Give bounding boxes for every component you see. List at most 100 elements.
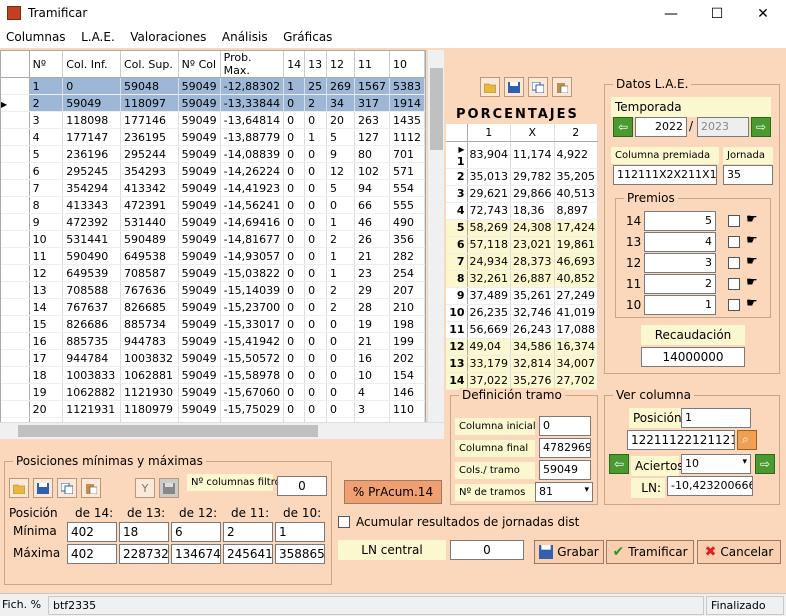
table-cell[interactable]: 11 [29,247,64,265]
pct-cell[interactable]: 24,934 [467,253,511,271]
table-cell[interactable]: -15,50572 [220,349,285,367]
row-header[interactable]: ▶ [1,94,30,112]
table-cell[interactable]: 59049 [178,230,221,248]
table-cell[interactable]: 10 [354,366,390,384]
table-row[interactable]: 15 826686 885734 59049 -15,33017 0 0 0 19 198 [1,315,425,333]
table-cell[interactable]: 5383 [389,77,425,95]
table-cell[interactable]: 0 [304,281,327,299]
pointer-icon[interactable]: ☛ [746,233,758,248]
table-row[interactable]: 20 1121931 1180979 59049 -15,75029 0 0 0 3 110 [1,400,425,418]
table-cell[interactable]: 25 [304,77,327,95]
pct-cell[interactable]: 35,205 [554,168,598,186]
table-cell[interactable]: 554 [389,179,425,197]
cancelar-button[interactable]: ✖ Cancelar [697,540,781,564]
table-row[interactable]: 5 236196 295244 59049 -14,08839 0 0 9 80 701 [1,145,425,163]
pct-cell[interactable]: 34,007 [554,355,598,373]
columna-inicial-input[interactable]: 0 [539,416,591,436]
table-cell[interactable]: 0 [283,383,306,401]
table-cell[interactable]: 59049 [178,281,221,299]
table-cell[interactable]: 0 [326,400,355,418]
table-cell[interactable]: 21 [354,247,390,265]
menu-analisis[interactable]: Análisis [216,28,274,44]
row-header[interactable] [1,179,30,197]
pct-row[interactable]: 10 26,235 32,746 41,019 [446,304,598,322]
table-cell[interactable]: 0 [326,349,355,367]
table-cell[interactable]: 0 [62,77,121,95]
table-cell[interactable]: 1 [29,77,64,95]
table-cell[interactable]: 0 [283,366,306,384]
table-cell[interactable]: 0 [304,162,327,180]
table-cell[interactable]: 0 [304,315,327,333]
table-cell[interactable]: 5 [326,179,355,197]
pct-cell[interactable]: 29,866 [510,185,555,203]
table-row[interactable]: ▶ 2 59049 118097 59049 -13,33844 0 2 34 317 1914 [1,94,425,112]
table-cell[interactable]: 59049 [178,94,221,112]
table-cell[interactable]: 0 [304,145,327,163]
table-cell[interactable]: 0 [283,145,306,163]
table-cell[interactable]: -14,41923 [220,179,285,197]
table-cell[interactable]: 9 [326,145,355,163]
next-column-button[interactable]: ⇨ [755,454,775,474]
table-cell[interactable]: 0 [326,332,355,350]
table-cell[interactable]: 1914 [389,94,425,112]
table-cell[interactable]: 94 [354,179,390,197]
table-cell[interactable]: 59049 [178,264,221,282]
row-header[interactable] [1,349,30,367]
table-cell[interactable]: 0 [283,213,306,231]
pct-cell[interactable]: 27,702 [554,372,598,390]
table-cell[interactable]: 0 [304,230,327,248]
table-cell[interactable]: 9 [29,213,64,231]
table-cell[interactable]: 531440 [120,213,179,231]
pct-row[interactable]: 4 72,743 18,36 8,897 [446,202,598,220]
scroll-thumb[interactable] [18,425,318,437]
table-row[interactable]: 19 1062882 1121930 59049 -15,67060 0 0 0 4 146 [1,383,425,401]
table-cell[interactable]: 0 [283,400,306,418]
pct-cell[interactable]: 57,118 [467,236,511,254]
pct-cell[interactable]: 32,746 [510,304,555,322]
pct-cell[interactable]: 41,019 [554,304,598,322]
minima-cell[interactable]: 2 [223,522,273,542]
table-cell[interactable]: 127 [354,128,390,146]
row-header[interactable] [1,145,30,163]
table-cell[interactable]: 80 [354,145,390,163]
tramificar-button[interactable]: ✔ Tramificar [606,540,694,564]
pct-cell[interactable]: 26,887 [510,270,555,288]
table-row[interactable]: 11 590490 649538 59049 -14,93057 0 0 1 21 282 [1,247,425,265]
table-cell[interactable]: 46 [354,213,390,231]
table-cell[interactable]: 59049 [178,162,221,180]
table-cell[interactable]: 110 [389,400,425,418]
maxima-cell[interactable]: 228732 [119,544,169,564]
row-header[interactable] [1,332,30,350]
table-cell[interactable]: 5 [29,145,64,163]
pct-cell[interactable]: 32,261 [467,270,511,288]
grid-column-header[interactable]: Nº [29,51,64,78]
table-cell[interactable]: 17 [29,349,64,367]
table-cell[interactable]: 826685 [120,298,179,316]
table-cell[interactable]: 3 [29,111,64,129]
grid-vertical-scrollbar[interactable] [427,50,444,439]
table-cell[interactable]: 0 [283,315,306,333]
table-cell[interactable]: 708587 [120,264,179,282]
table-cell[interactable]: 59049 [178,400,221,418]
table-cell[interactable]: 207 [389,281,425,299]
pct-cell[interactable]: 35,261 [510,287,555,305]
table-cell[interactable]: 0 [283,264,306,282]
table-cell[interactable]: 12 [326,162,355,180]
table-cell[interactable]: 472392 [62,213,121,231]
table-cell[interactable]: 0 [304,400,327,418]
table-cell[interactable]: 4 [29,128,64,146]
table-cell[interactable]: 1062881 [120,366,179,384]
menu-lae[interactable]: L.A.E. [75,28,121,44]
columna-final-input[interactable]: 4782969 [539,438,591,458]
pct-cell[interactable]: 56,669 [467,321,511,339]
maxima-cell[interactable]: 2456417 [223,544,273,564]
pct-cell[interactable]: 40,513 [554,185,598,203]
pct-row[interactable]: 3 29,621 29,866 40,513 [446,185,598,203]
minimize-button[interactable]: — [648,0,694,28]
table-cell[interactable]: 59049 [178,213,221,231]
table-cell[interactable]: 944784 [62,349,121,367]
ln-central-input[interactable]: 0 [450,540,524,560]
pointer-icon[interactable]: ☛ [746,296,758,311]
table-cell[interactable]: 59049 [178,128,221,146]
pct-cell[interactable]: 8,897 [554,202,598,220]
